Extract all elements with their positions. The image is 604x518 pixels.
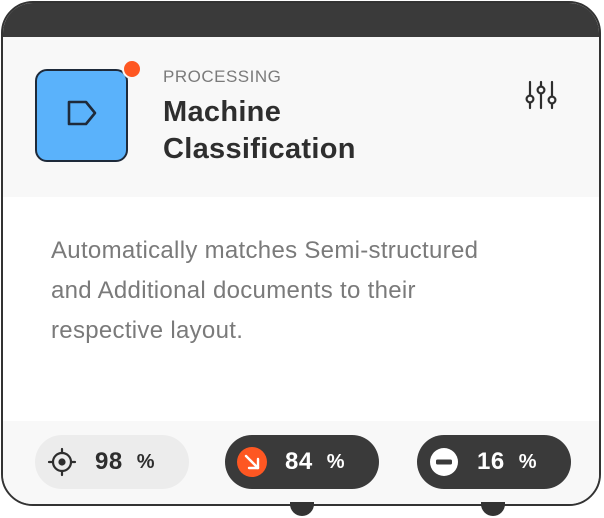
crosshair-target-icon [47, 447, 77, 477]
minus-circle-icon [429, 447, 459, 477]
stat-unit: % [326, 450, 345, 473]
stat-value: 84 [285, 448, 313, 475]
settings-button[interactable] [521, 79, 561, 115]
label-tag-icon [66, 99, 98, 132]
stat-unit: % [136, 450, 155, 473]
card-description: Automatically matches Semi-structured an… [51, 237, 479, 344]
stat-value: 16 [477, 448, 505, 475]
card-title: Machine Classification [163, 96, 356, 165]
output-connector[interactable] [290, 502, 314, 516]
stat-pill-excluded[interactable]: 16 % [417, 435, 571, 489]
status-dot [122, 59, 142, 79]
app-icon-tile [35, 69, 128, 162]
stat-pill-accuracy[interactable]: 98 % [35, 435, 189, 489]
stat-pill-routed[interactable]: 84 % [225, 435, 379, 489]
card-header: PROCESSING Machine Classification [3, 37, 599, 197]
card-top-bar [3, 3, 599, 37]
stat-unit: % [518, 450, 537, 473]
output-connector[interactable] [481, 502, 505, 516]
card-footer: 98 % 84 % 16 % [3, 421, 599, 504]
sliders-icon [523, 79, 559, 116]
node-card[interactable]: PROCESSING Machine Classification Automa… [1, 1, 601, 506]
category-label: PROCESSING [163, 67, 282, 86]
arrow-down-right-icon [237, 447, 267, 477]
stat-value: 98 [95, 448, 123, 475]
